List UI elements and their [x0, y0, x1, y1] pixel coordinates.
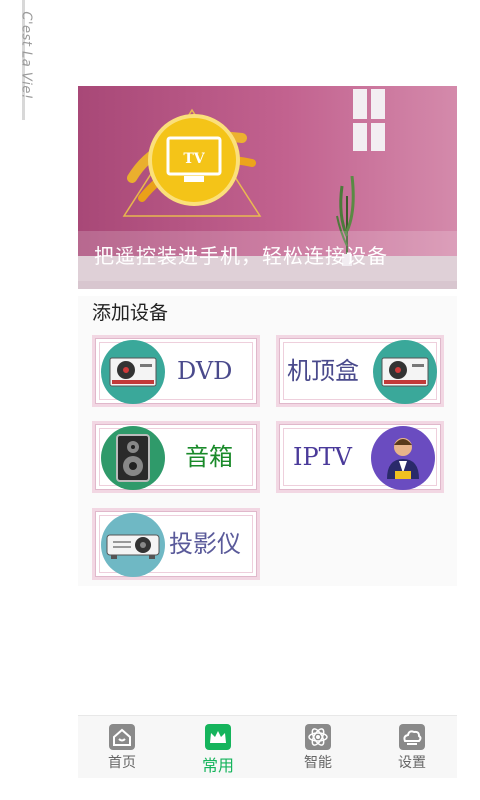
projector-icon	[101, 513, 165, 577]
nav-label-home: 首页	[108, 755, 136, 771]
home-icon	[109, 724, 135, 750]
tv-badge-icon: TV	[122, 108, 262, 217]
section-title: 添加设备	[92, 302, 169, 324]
nav-item-home[interactable]: 首页	[92, 724, 152, 776]
settings-cloud-icon	[399, 724, 425, 750]
nav-item-common[interactable]: 常用	[188, 724, 248, 776]
device-label-iptv: IPTV	[293, 443, 352, 471]
device-label-dvd: DVD	[177, 357, 233, 385]
device-label-speaker: 音箱	[185, 443, 233, 471]
side-caption-text: C'est La Vie!	[18, 11, 34, 100]
tv-badge-text: TV	[183, 151, 205, 167]
dvd-player-icon	[101, 340, 165, 404]
nav-label-smart: 智能	[304, 755, 332, 771]
nav-item-settings[interactable]: 设置	[382, 724, 442, 776]
device-label-set-top-box: 机顶盒	[287, 357, 359, 385]
bottom-nav: 首页 常用 智能 设置	[78, 715, 457, 778]
device-card-dvd[interactable]: DVD	[92, 335, 260, 407]
nav-label-common: 常用	[201, 756, 234, 775]
window-decoration	[350, 86, 388, 156]
device-card-set-top-box[interactable]: 机顶盒	[276, 335, 444, 407]
atom-icon	[305, 724, 331, 750]
nav-item-smart[interactable]: 智能	[288, 724, 348, 776]
set-top-box-icon	[373, 340, 437, 404]
banner-caption: 把遥控装进手机，轻松连接设备	[78, 231, 457, 281]
device-label-projector: 投影仪	[169, 530, 241, 558]
device-card-speaker[interactable]: 音箱	[92, 421, 260, 493]
promo-banner[interactable]: TV 把遥控装进手机，轻松连接设备	[78, 86, 457, 289]
device-card-iptv[interactable]: IPTV	[276, 421, 444, 493]
presenter-icon	[371, 426, 435, 490]
side-caption: C'est La Vie!	[0, 0, 34, 120]
crown-icon	[205, 724, 231, 750]
speaker-icon	[101, 426, 165, 490]
device-card-projector[interactable]: 投影仪	[92, 508, 260, 580]
nav-label-settings: 设置	[398, 755, 426, 771]
